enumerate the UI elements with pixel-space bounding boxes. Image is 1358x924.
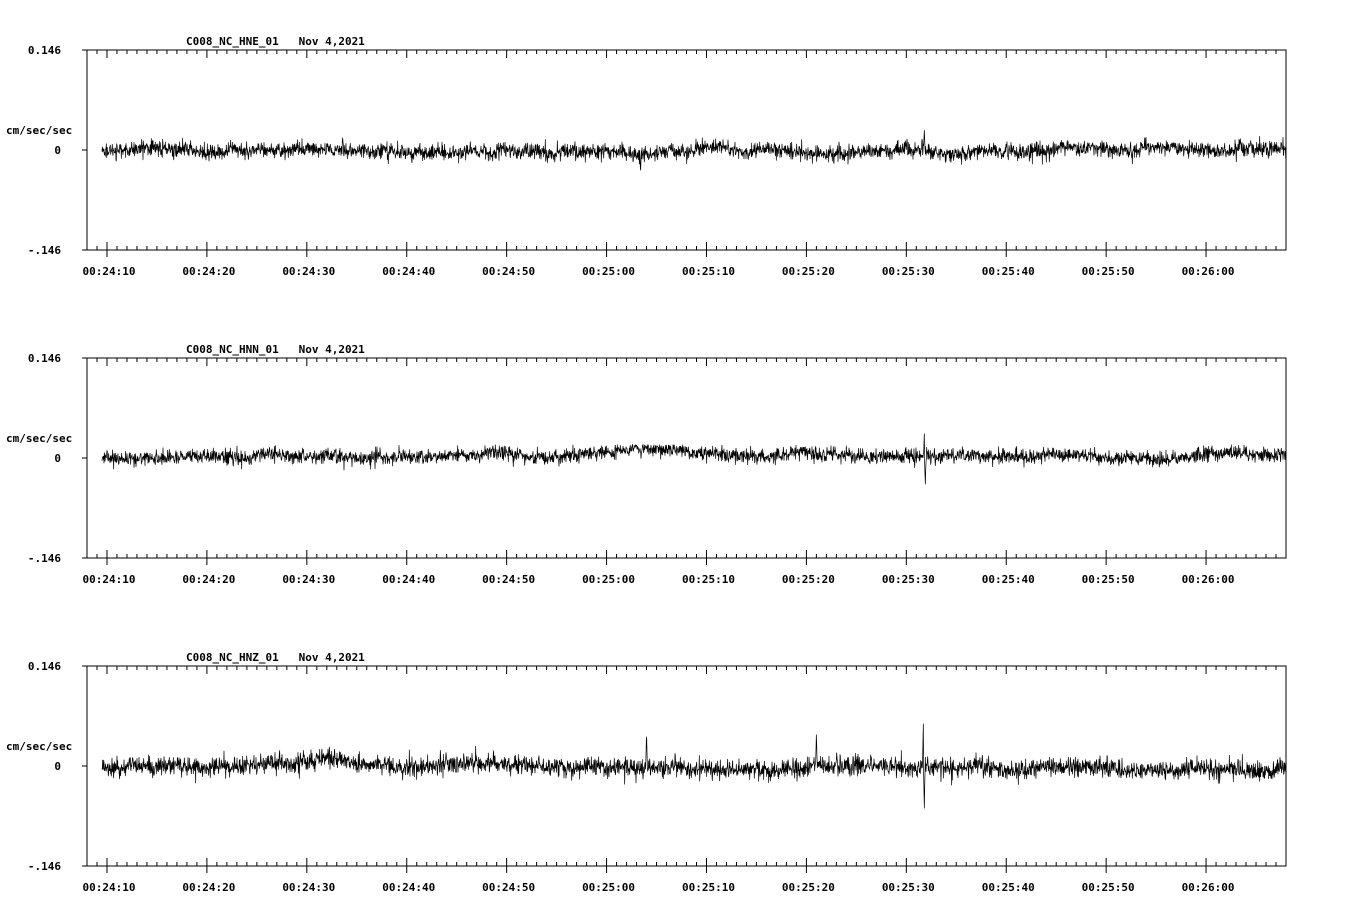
seismogram-figure: 0.146 0 -.146 cm/sec/sec C008_NC_HNE_01 Nov …: [6, 35, 1287, 894]
x-tick-label: 00:25:00: [582, 573, 635, 586]
x-tick-label: 00:26:00: [1182, 881, 1235, 894]
x-tick-label: 00:25:10: [682, 881, 735, 894]
x-tick-label: 00:25:50: [1082, 573, 1135, 586]
x-tick-label: 00:24:20: [182, 881, 235, 894]
x-tick-label: 00:24:40: [382, 573, 435, 586]
x-tick-label: 00:25:10: [682, 573, 735, 586]
seismic-trace: [101, 723, 1287, 809]
x-tick-label: 00:25:40: [982, 573, 1035, 586]
x-tick-label: 00:25:00: [582, 265, 635, 278]
x-tick-label: 00:26:00: [1182, 265, 1235, 278]
y-tick-label-zero: 0: [54, 144, 61, 157]
x-tick-label: 00:24:10: [82, 573, 135, 586]
chart-title: C008_NC_HNE_01 Nov 4,2021: [186, 35, 365, 48]
x-tick-label: 00:24:20: [182, 573, 235, 586]
y-tick-label-min: -.146: [28, 552, 61, 565]
chart-title: C008_NC_HNN_01 Nov 4,2021: [186, 343, 365, 356]
x-tick-label: 00:25:10: [682, 265, 735, 278]
seismogram-panel-3: 0.146 0 -.146 cm/sec/sec C008_NC_HNZ_01 Nov …: [6, 651, 1287, 894]
y-axis-label: cm/sec/sec: [6, 124, 72, 137]
x-tick-label: 00:24:50: [482, 573, 535, 586]
x-tick-label: 00:25:50: [1082, 881, 1135, 894]
x-tick-label: 00:25:40: [982, 881, 1035, 894]
x-tick-label: 00:25:50: [1082, 265, 1135, 278]
x-tick-label: 00:25:30: [882, 573, 935, 586]
y-tick-label-max: 0.146: [28, 660, 61, 673]
y-tick-label-zero: 0: [54, 452, 61, 465]
y-tick-label-min: -.146: [28, 244, 61, 257]
x-tick-label: 00:25:00: [582, 881, 635, 894]
y-tick-label-zero: 0: [54, 760, 61, 773]
seismogram-panel-1: 0.146 0 -.146 cm/sec/sec C008_NC_HNE_01 Nov …: [6, 35, 1287, 278]
x-tick-label: 00:24:50: [482, 265, 535, 278]
y-tick-label-max: 0.146: [28, 44, 61, 57]
x-tick-label: 00:24:10: [82, 881, 135, 894]
x-tick-label: 00:25:20: [782, 573, 835, 586]
x-tick-label: 00:25:30: [882, 881, 935, 894]
seismic-trace: [101, 130, 1287, 171]
x-tick-label: 00:24:30: [282, 881, 335, 894]
y-tick-label-min: -.146: [28, 860, 61, 873]
x-tick-label: 00:25:40: [982, 265, 1035, 278]
x-tick-label: 00:24:40: [382, 265, 435, 278]
x-tick-label: 00:24:10: [82, 265, 135, 278]
x-tick-label: 00:24:20: [182, 265, 235, 278]
x-tick-label: 00:25:20: [782, 881, 835, 894]
seismogram-panel-2: 0.146 0 -.146 cm/sec/sec C008_NC_HNN_01 Nov …: [6, 343, 1287, 586]
x-tick-label: 00:24:50: [482, 881, 535, 894]
x-tick-label: 00:26:00: [1182, 573, 1235, 586]
chart-title: C008_NC_HNZ_01 Nov 4,2021: [186, 651, 365, 664]
x-tick-label: 00:24:40: [382, 881, 435, 894]
x-tick-label: 00:25:30: [882, 265, 935, 278]
y-axis-label: cm/sec/sec: [6, 740, 72, 753]
y-axis-label: cm/sec/sec: [6, 432, 72, 445]
y-tick-label-max: 0.146: [28, 352, 61, 365]
x-tick-label: 00:25:20: [782, 265, 835, 278]
x-tick-label: 00:24:30: [282, 265, 335, 278]
x-tick-label: 00:24:30: [282, 573, 335, 586]
seismic-trace: [101, 433, 1287, 485]
